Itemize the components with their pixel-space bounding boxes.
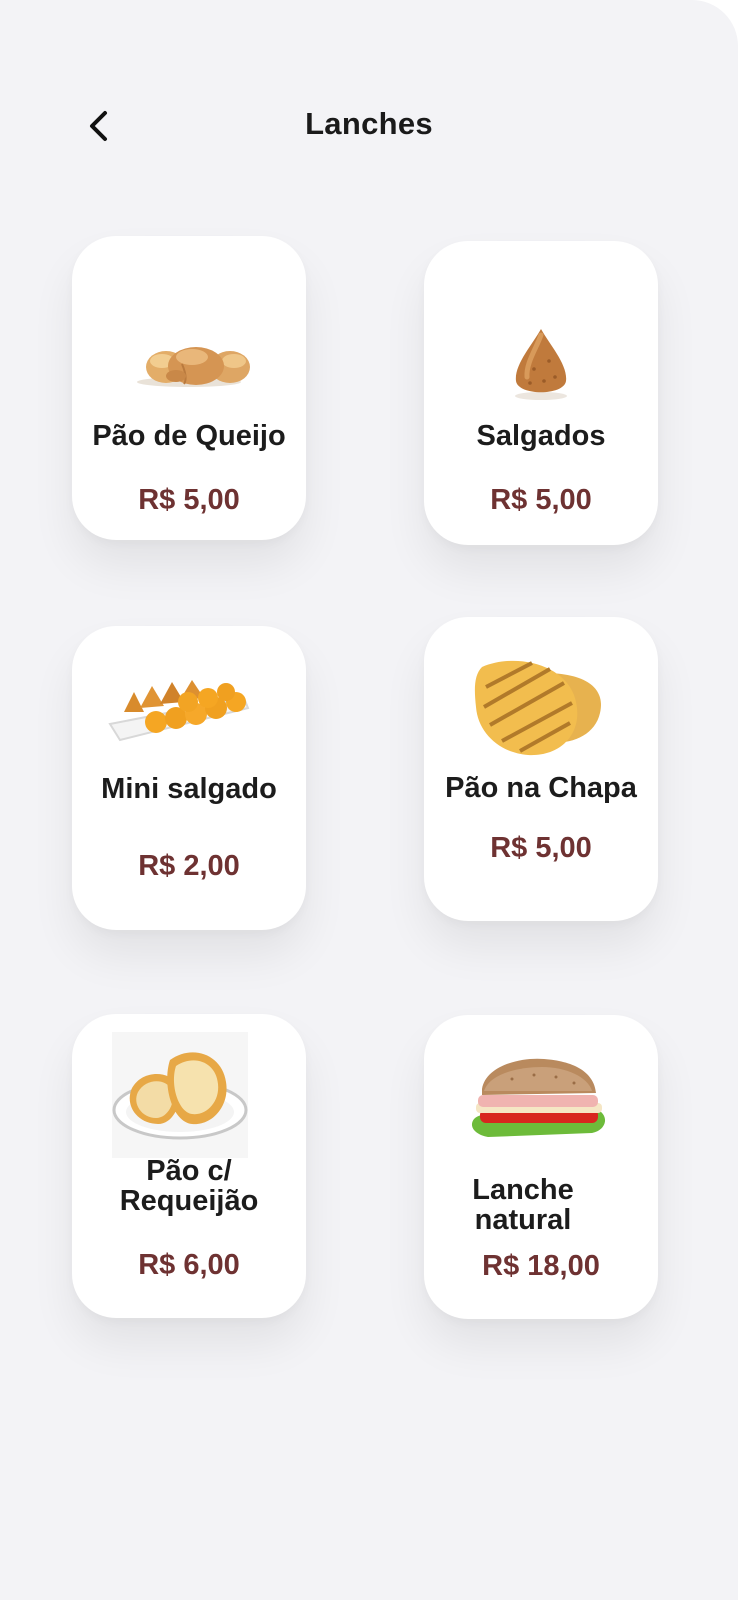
cheese-bread-icon: [137, 347, 250, 387]
product-name: Pão de Queijo: [92, 420, 286, 452]
product-name-line-2: natural: [474, 1204, 572, 1236]
coxinha-icon: [515, 329, 567, 400]
product-name-line-1: Lanche: [472, 1174, 574, 1206]
product-name: Salgados: [476, 420, 606, 452]
product-name-line-1: Pão c/: [146, 1155, 232, 1187]
product-card-salgados[interactable]: Salgados R$ 5,00: [424, 241, 658, 545]
product-price: R$ 5,00: [138, 484, 240, 516]
product-name-line-2: Requeijão: [119, 1185, 259, 1217]
product-card-pao-na-chapa[interactable]: Pão na Chapa R$ 5,00: [424, 617, 658, 921]
product-price: R$ 2,00: [138, 850, 240, 882]
product-card-pao-com-requeijao[interactable]: Pão c/ Requeijão R$ 6,00: [72, 1014, 306, 1318]
screen: Lanches Pão de Queijo R$ 5,00 Salgados R…: [0, 0, 738, 1600]
sandwich-icon: [471, 1058, 606, 1137]
product-price: R$ 18,00: [482, 1250, 600, 1282]
mini-savory-tray-icon: [108, 680, 250, 742]
product-card-pao-de-queijo[interactable]: Pão de Queijo R$ 5,00: [72, 236, 306, 540]
product-price: R$ 6,00: [138, 1249, 240, 1281]
grilled-bread-icon: [474, 660, 601, 756]
product-name: Pão na Chapa: [445, 772, 637, 804]
page-title: Lanches: [305, 106, 433, 141]
product-card-lanche-natural[interactable]: Lanche natural R$ 18,00: [424, 1015, 658, 1319]
product-price: R$ 5,00: [490, 832, 592, 864]
product-price: R$ 5,00: [490, 484, 592, 516]
product-name: Mini salgado: [101, 773, 277, 805]
product-card-mini-salgado[interactable]: Mini salgado R$ 2,00: [72, 626, 306, 930]
